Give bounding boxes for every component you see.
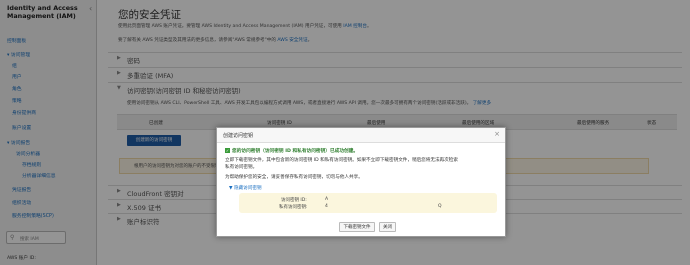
create-access-key-dialog: 创建访问密钥 × ✓ 您的访问密钥（访问密钥 ID 和私有访问密钥）已成功创建。 … [216, 127, 506, 237]
access-key-id-value: A [325, 197, 329, 202]
close-button[interactable]: 关闭 [379, 222, 396, 232]
security-instruction: 为帮助保护您的安全，请妥善保存私有访问密钥，切勿与他人共享。 [225, 175, 363, 180]
secret-key-label: 私有访问密钥: [279, 205, 308, 210]
secret-key-value-end: Q [438, 204, 442, 209]
secret-key-value: 4 [325, 204, 328, 209]
access-key-box: 访问密钥 ID: A 私有访问密钥: 4 Q [239, 193, 497, 213]
download-instruction-1: 立即下载密钥文件，其中包含新的访问密钥 ID 和私有访问密钥。如果不立即下载密钥… [225, 158, 458, 163]
download-instruction-2: 私有访问密钥。 [225, 165, 258, 170]
access-key-id-label: 访问密钥 ID: [281, 198, 307, 203]
download-key-file-button[interactable]: 下载密钥文件 [339, 222, 375, 232]
dialog-header: 创建访问密钥 × [217, 128, 505, 143]
close-icon[interactable]: × [494, 130, 500, 138]
success-message: ✓ 您的访问密钥（访问密钥 ID 和私有访问密钥）已成功创建。 [225, 148, 359, 154]
check-icon: ✓ [225, 148, 230, 153]
hide-access-key-toggle[interactable]: ▼ 隐藏访问密钥 [229, 185, 262, 191]
dialog-title: 创建访问密钥 [223, 133, 254, 139]
